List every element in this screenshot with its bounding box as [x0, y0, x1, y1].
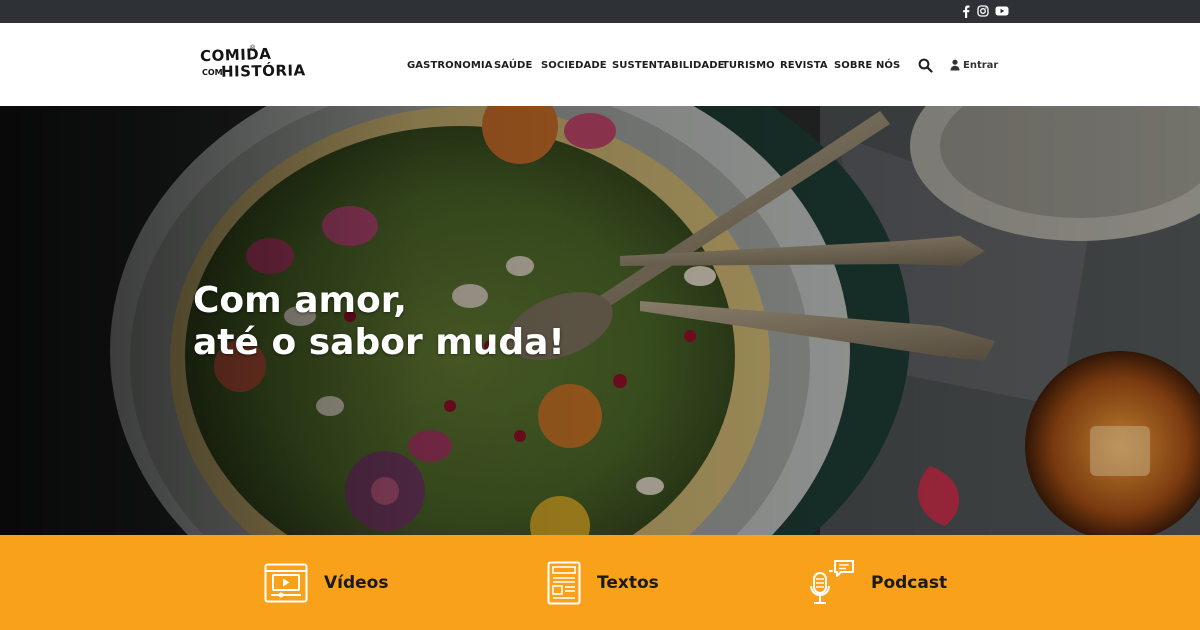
youtube-icon[interactable] — [994, 4, 1010, 18]
category-podcast[interactable]: Podcast — [809, 535, 947, 630]
hero-headline-line1: Com amor, — [193, 280, 407, 321]
video-player-icon — [264, 563, 308, 602]
logo-registered-mark: ® — [250, 45, 256, 52]
microphone-icon — [810, 559, 854, 604]
category-textos[interactable]: Textos — [547, 535, 659, 630]
hero-headline: Com amor, até o sabor muda! — [193, 280, 713, 364]
hero-headline-line2: até o sabor muda! — [193, 322, 565, 363]
logo-text-com: COM — [202, 68, 223, 77]
hero-banner: Com amor, até o sabor muda! — [0, 106, 1200, 535]
site-header: COMIDA ® COM HISTÓRIA GASTRONOMIA SAÚDE … — [0, 23, 1200, 106]
login-link[interactable]: Entrar — [950, 58, 998, 72]
category-podcast-label: Podcast — [871, 572, 948, 593]
user-icon — [950, 59, 960, 71]
category-videos-label: Vídeos — [324, 572, 389, 593]
instagram-icon[interactable] — [975, 4, 991, 18]
nav-item-revista[interactable]: REVISTA — [780, 59, 828, 73]
nav-item-saude[interactable]: SAÚDE — [494, 59, 532, 73]
logo-text-historia: HISTÓRIA — [220, 61, 306, 81]
category-textos-label: Textos — [597, 572, 659, 593]
nav-item-turismo[interactable]: TURISMO — [722, 59, 775, 73]
login-label: Entrar — [963, 59, 999, 71]
search-icon[interactable] — [918, 58, 933, 73]
category-bar: Vídeos Textos Podcast — [0, 535, 1200, 630]
nav-item-sociedade[interactable]: SOCIEDADE — [541, 59, 607, 73]
site-logo[interactable]: COMIDA ® COM HISTÓRIA — [200, 45, 306, 85]
nav-item-gastronomia[interactable]: GASTRONOMIA — [407, 59, 493, 73]
document-icon — [547, 561, 581, 604]
facebook-icon[interactable] — [958, 4, 974, 18]
nav-item-sustentabilidade[interactable]: SUSTENTABILIDADE — [612, 59, 725, 73]
nav-item-sobre-nos[interactable]: SOBRE NÓS — [834, 59, 900, 73]
category-videos[interactable]: Vídeos — [264, 535, 388, 630]
top-social-bar — [0, 0, 1200, 23]
